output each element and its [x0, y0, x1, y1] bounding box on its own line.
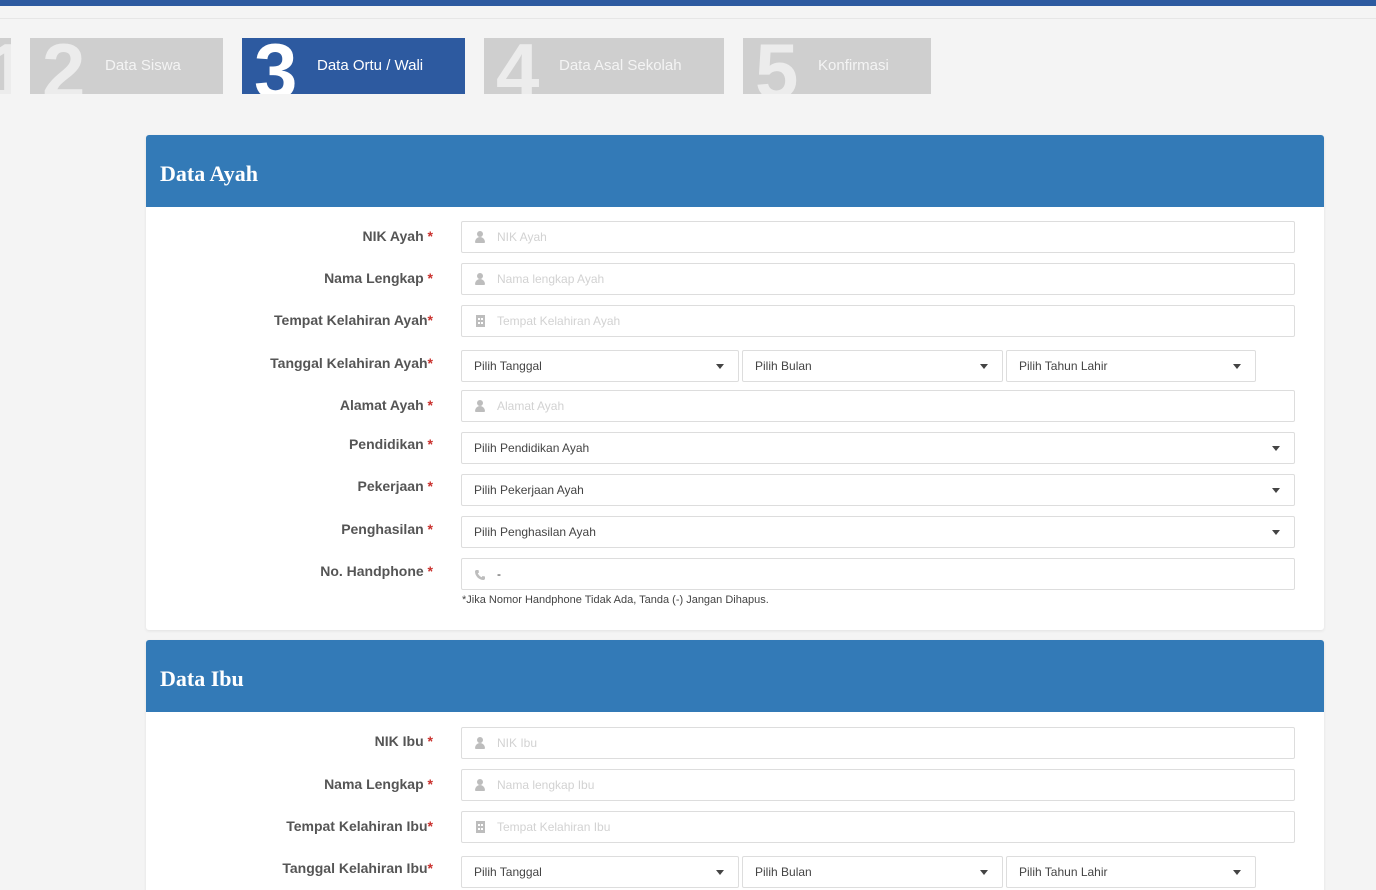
- chevron-down-icon: [1233, 364, 1241, 369]
- step-2-number: 2: [42, 38, 85, 94]
- tempat-ayah-placeholder: Tempat Kelahiran Ayah: [497, 314, 621, 328]
- user-icon: [474, 737, 486, 749]
- chevron-down-icon: [1272, 530, 1280, 535]
- user-icon: [474, 273, 486, 285]
- tanggal-ibu-select[interactable]: Pilih Tanggal: [461, 856, 739, 888]
- tempat-ibu-placeholder: Tempat Kelahiran Ibu: [497, 820, 611, 834]
- chevron-down-icon: [716, 870, 724, 875]
- pendidikan-ayah-select[interactable]: Pilih Pendidikan Ayah: [461, 432, 1295, 464]
- user-icon: [474, 400, 486, 412]
- bulan-ibu-select[interactable]: Pilih Bulan: [742, 856, 1003, 888]
- panel-data-ayah: Data Ayah NIK Ayah * NIK Ayah Nama Lengk…: [146, 135, 1324, 630]
- label-handphone-ayah: No. Handphone *: [320, 563, 433, 579]
- step-3-number: 3: [254, 38, 297, 94]
- chevron-down-icon: [1233, 870, 1241, 875]
- bulan-ayah-select[interactable]: Pilih Bulan: [742, 350, 1003, 382]
- step-2[interactable]: 2 Data Siswa: [30, 38, 223, 94]
- label-tanggal-ayah: Tanggal Kelahiran Ayah*: [270, 355, 433, 371]
- label-tempat-ayah: Tempat Kelahiran Ayah*: [274, 312, 433, 328]
- building-icon: [474, 315, 486, 327]
- handphone-ayah-input[interactable]: -: [461, 558, 1295, 590]
- user-icon: [474, 231, 486, 243]
- nik-ayah-placeholder: NIK Ayah: [497, 230, 547, 244]
- step-5-label: Konfirmasi: [818, 57, 889, 74]
- chevron-down-icon: [1272, 488, 1280, 493]
- step-4-number: 4: [496, 38, 539, 94]
- top-divider: [0, 18, 1376, 19]
- step-5-number: 5: [755, 38, 798, 94]
- label-pendidikan-ayah: Pendidikan *: [348, 436, 433, 452]
- tahun-ayah-select[interactable]: Pilih Tahun Lahir: [1006, 350, 1256, 382]
- alamat-ayah-input[interactable]: Alamat Ayah: [461, 390, 1295, 422]
- tempat-kelahiran-ayah-input[interactable]: Tempat Kelahiran Ayah: [461, 305, 1295, 337]
- tempat-kelahiran-ibu-input[interactable]: Tempat Kelahiran Ibu: [461, 811, 1295, 843]
- label-tempat-ibu: Tempat Kelahiran Ibu*: [286, 818, 433, 834]
- label-alamat-ayah: Alamat Ayah *: [339, 397, 433, 413]
- nama-ayah-placeholder: Nama lengkap Ayah: [497, 272, 605, 286]
- nama-ibu-placeholder: Nama lengkap Ibu: [497, 778, 595, 792]
- label-nik-ibu: NIK Ibu *: [374, 733, 433, 749]
- alamat-ayah-placeholder: Alamat Ayah: [497, 399, 565, 413]
- label-nama-ayah: Nama Lengkap *: [324, 270, 433, 286]
- panel-title-ibu: Data Ibu: [160, 666, 244, 691]
- step-2-label: Data Siswa: [105, 57, 181, 74]
- nik-ayah-input[interactable]: NIK Ayah: [461, 221, 1295, 253]
- handphone-hint: *Jika Nomor Handphone Tidak Ada, Tanda (…: [462, 594, 769, 606]
- step-4[interactable]: 4 Data Asal Sekolah: [484, 38, 724, 94]
- panel-title-ayah: Data Ayah: [160, 161, 258, 186]
- label-tanggal-ibu: Tanggal Kelahiran Ibu*: [282, 860, 433, 876]
- chevron-down-icon: [1272, 446, 1280, 451]
- step-3[interactable]: 3 Data Ortu / Wali: [242, 38, 465, 94]
- nama-ayah-input[interactable]: Nama lengkap Ayah: [461, 263, 1295, 295]
- step-5[interactable]: 5 Konfirmasi: [743, 38, 931, 94]
- nik-ibu-placeholder: NIK Ibu: [497, 736, 538, 750]
- tanggal-ayah-select[interactable]: Pilih Tanggal: [461, 350, 739, 382]
- penghasilan-ayah-select[interactable]: Pilih Penghasilan Ayah: [461, 516, 1295, 548]
- nama-ibu-input[interactable]: Nama lengkap Ibu: [461, 769, 1295, 801]
- panel-header-ayah: Data Ayah: [146, 135, 1324, 207]
- nik-ibu-input[interactable]: NIK Ibu: [461, 727, 1295, 759]
- user-icon: [474, 779, 486, 791]
- pekerjaan-ayah-select[interactable]: Pilih Pekerjaan Ayah: [461, 474, 1295, 506]
- chevron-down-icon: [980, 364, 988, 369]
- building-icon: [474, 821, 486, 833]
- panel-data-ibu: Data Ibu NIK Ibu * NIK Ibu Nama Lengkap …: [146, 640, 1324, 890]
- step-1-number: 1: [0, 38, 11, 94]
- chevron-down-icon: [716, 364, 724, 369]
- label-pekerjaan-ayah: Pekerjaan *: [357, 478, 433, 494]
- step-4-label: Data Asal Sekolah: [559, 57, 682, 74]
- label-penghasilan-ayah: Penghasilan *: [341, 521, 433, 537]
- label-nik-ayah: NIK Ayah *: [362, 228, 433, 244]
- tahun-ibu-select[interactable]: Pilih Tahun Lahir: [1006, 856, 1256, 888]
- top-accent-bar: [0, 0, 1376, 6]
- step-3-label: Data Ortu / Wali: [317, 57, 424, 74]
- step-1[interactable]: 1: [0, 38, 11, 94]
- label-nama-ibu: Nama Lengkap *: [324, 776, 433, 792]
- handphone-ayah-value: -: [497, 567, 501, 581]
- chevron-down-icon: [980, 870, 988, 875]
- phone-icon: [474, 568, 486, 580]
- panel-header-ibu: Data Ibu: [146, 640, 1324, 712]
